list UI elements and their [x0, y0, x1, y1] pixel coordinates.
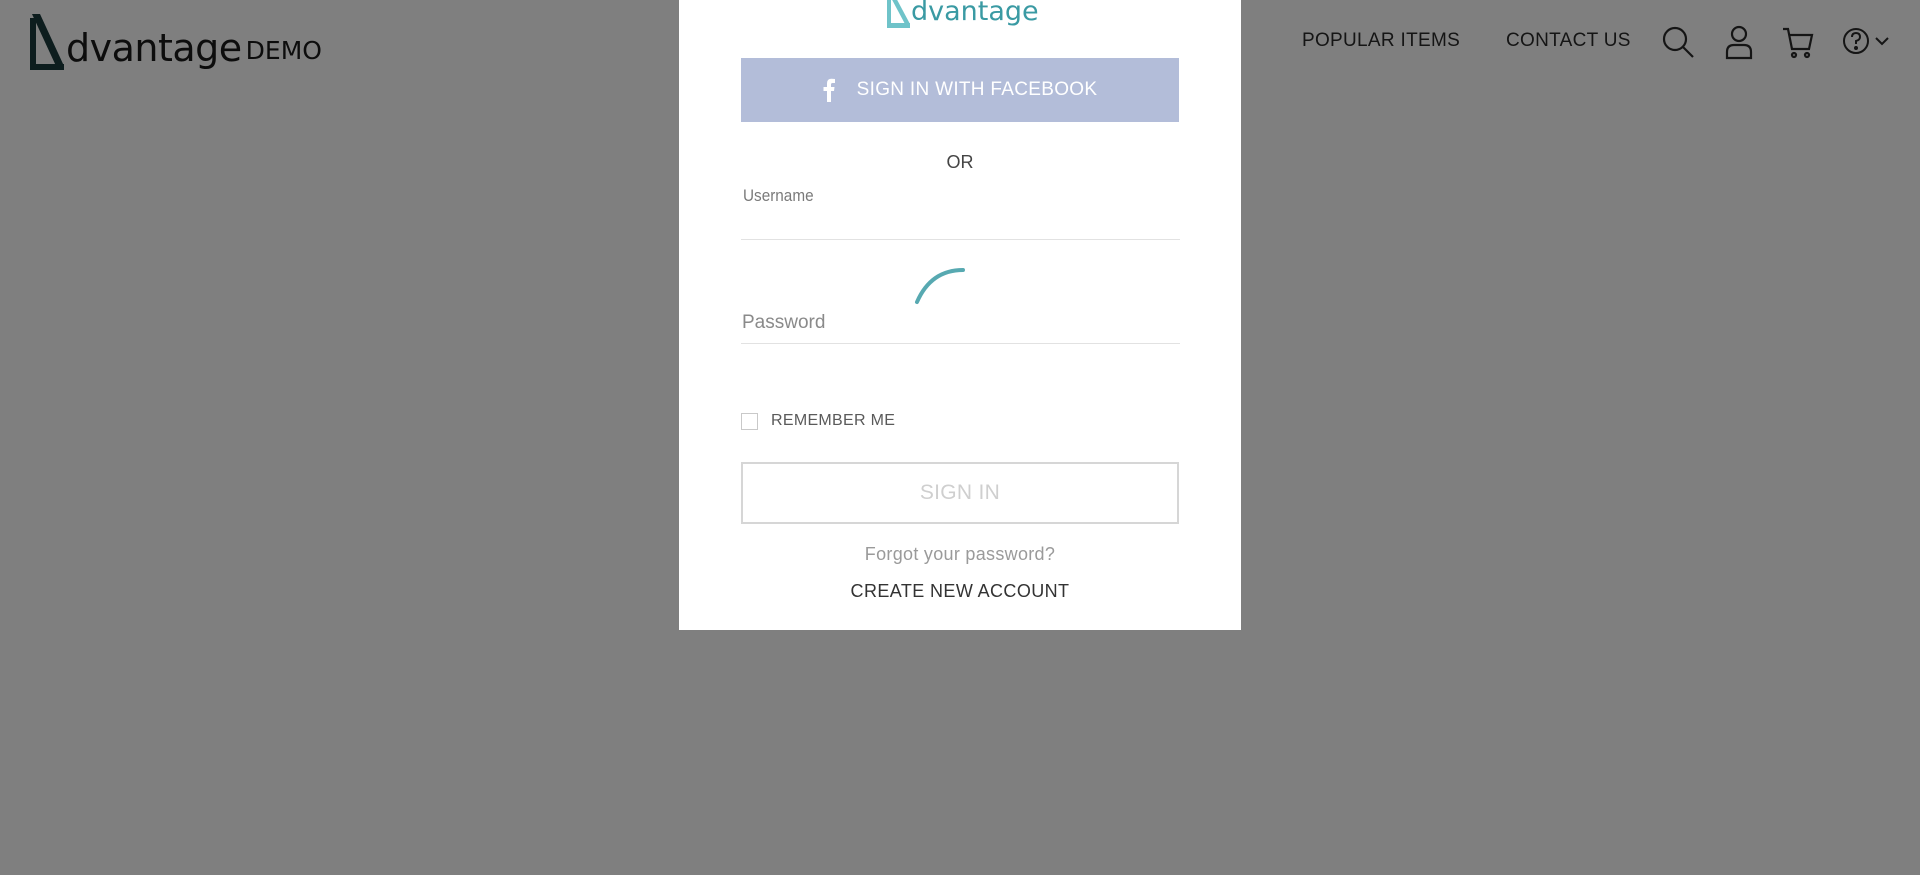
- modal-logo: dvantage: [886, 0, 1039, 28]
- forgot-password-link[interactable]: Forgot your password?: [679, 544, 1241, 565]
- remember-me-option[interactable]: REMEMBER ME: [741, 412, 895, 430]
- username-input[interactable]: [741, 199, 1180, 240]
- login-modal: dvantage SIGN IN WITH FACEBOOK OR Userna…: [679, 0, 1241, 630]
- logo-mark-icon: [886, 0, 912, 28]
- facebook-icon: [823, 78, 835, 102]
- remember-me-label: REMEMBER ME: [771, 412, 896, 429]
- facebook-button-label: SIGN IN WITH FACEBOOK: [856, 79, 1098, 100]
- remember-me-checkbox[interactable]: [741, 412, 758, 430]
- create-account-link[interactable]: CREATE NEW ACCOUNT: [679, 581, 1241, 602]
- password-input[interactable]: [741, 303, 1180, 344]
- or-divider-text: OR: [946, 152, 974, 172]
- signin-button[interactable]: SIGN IN: [741, 462, 1179, 524]
- facebook-signin-button[interactable]: SIGN IN WITH FACEBOOK: [741, 58, 1179, 122]
- modal-logo-word: dvantage: [911, 0, 1039, 27]
